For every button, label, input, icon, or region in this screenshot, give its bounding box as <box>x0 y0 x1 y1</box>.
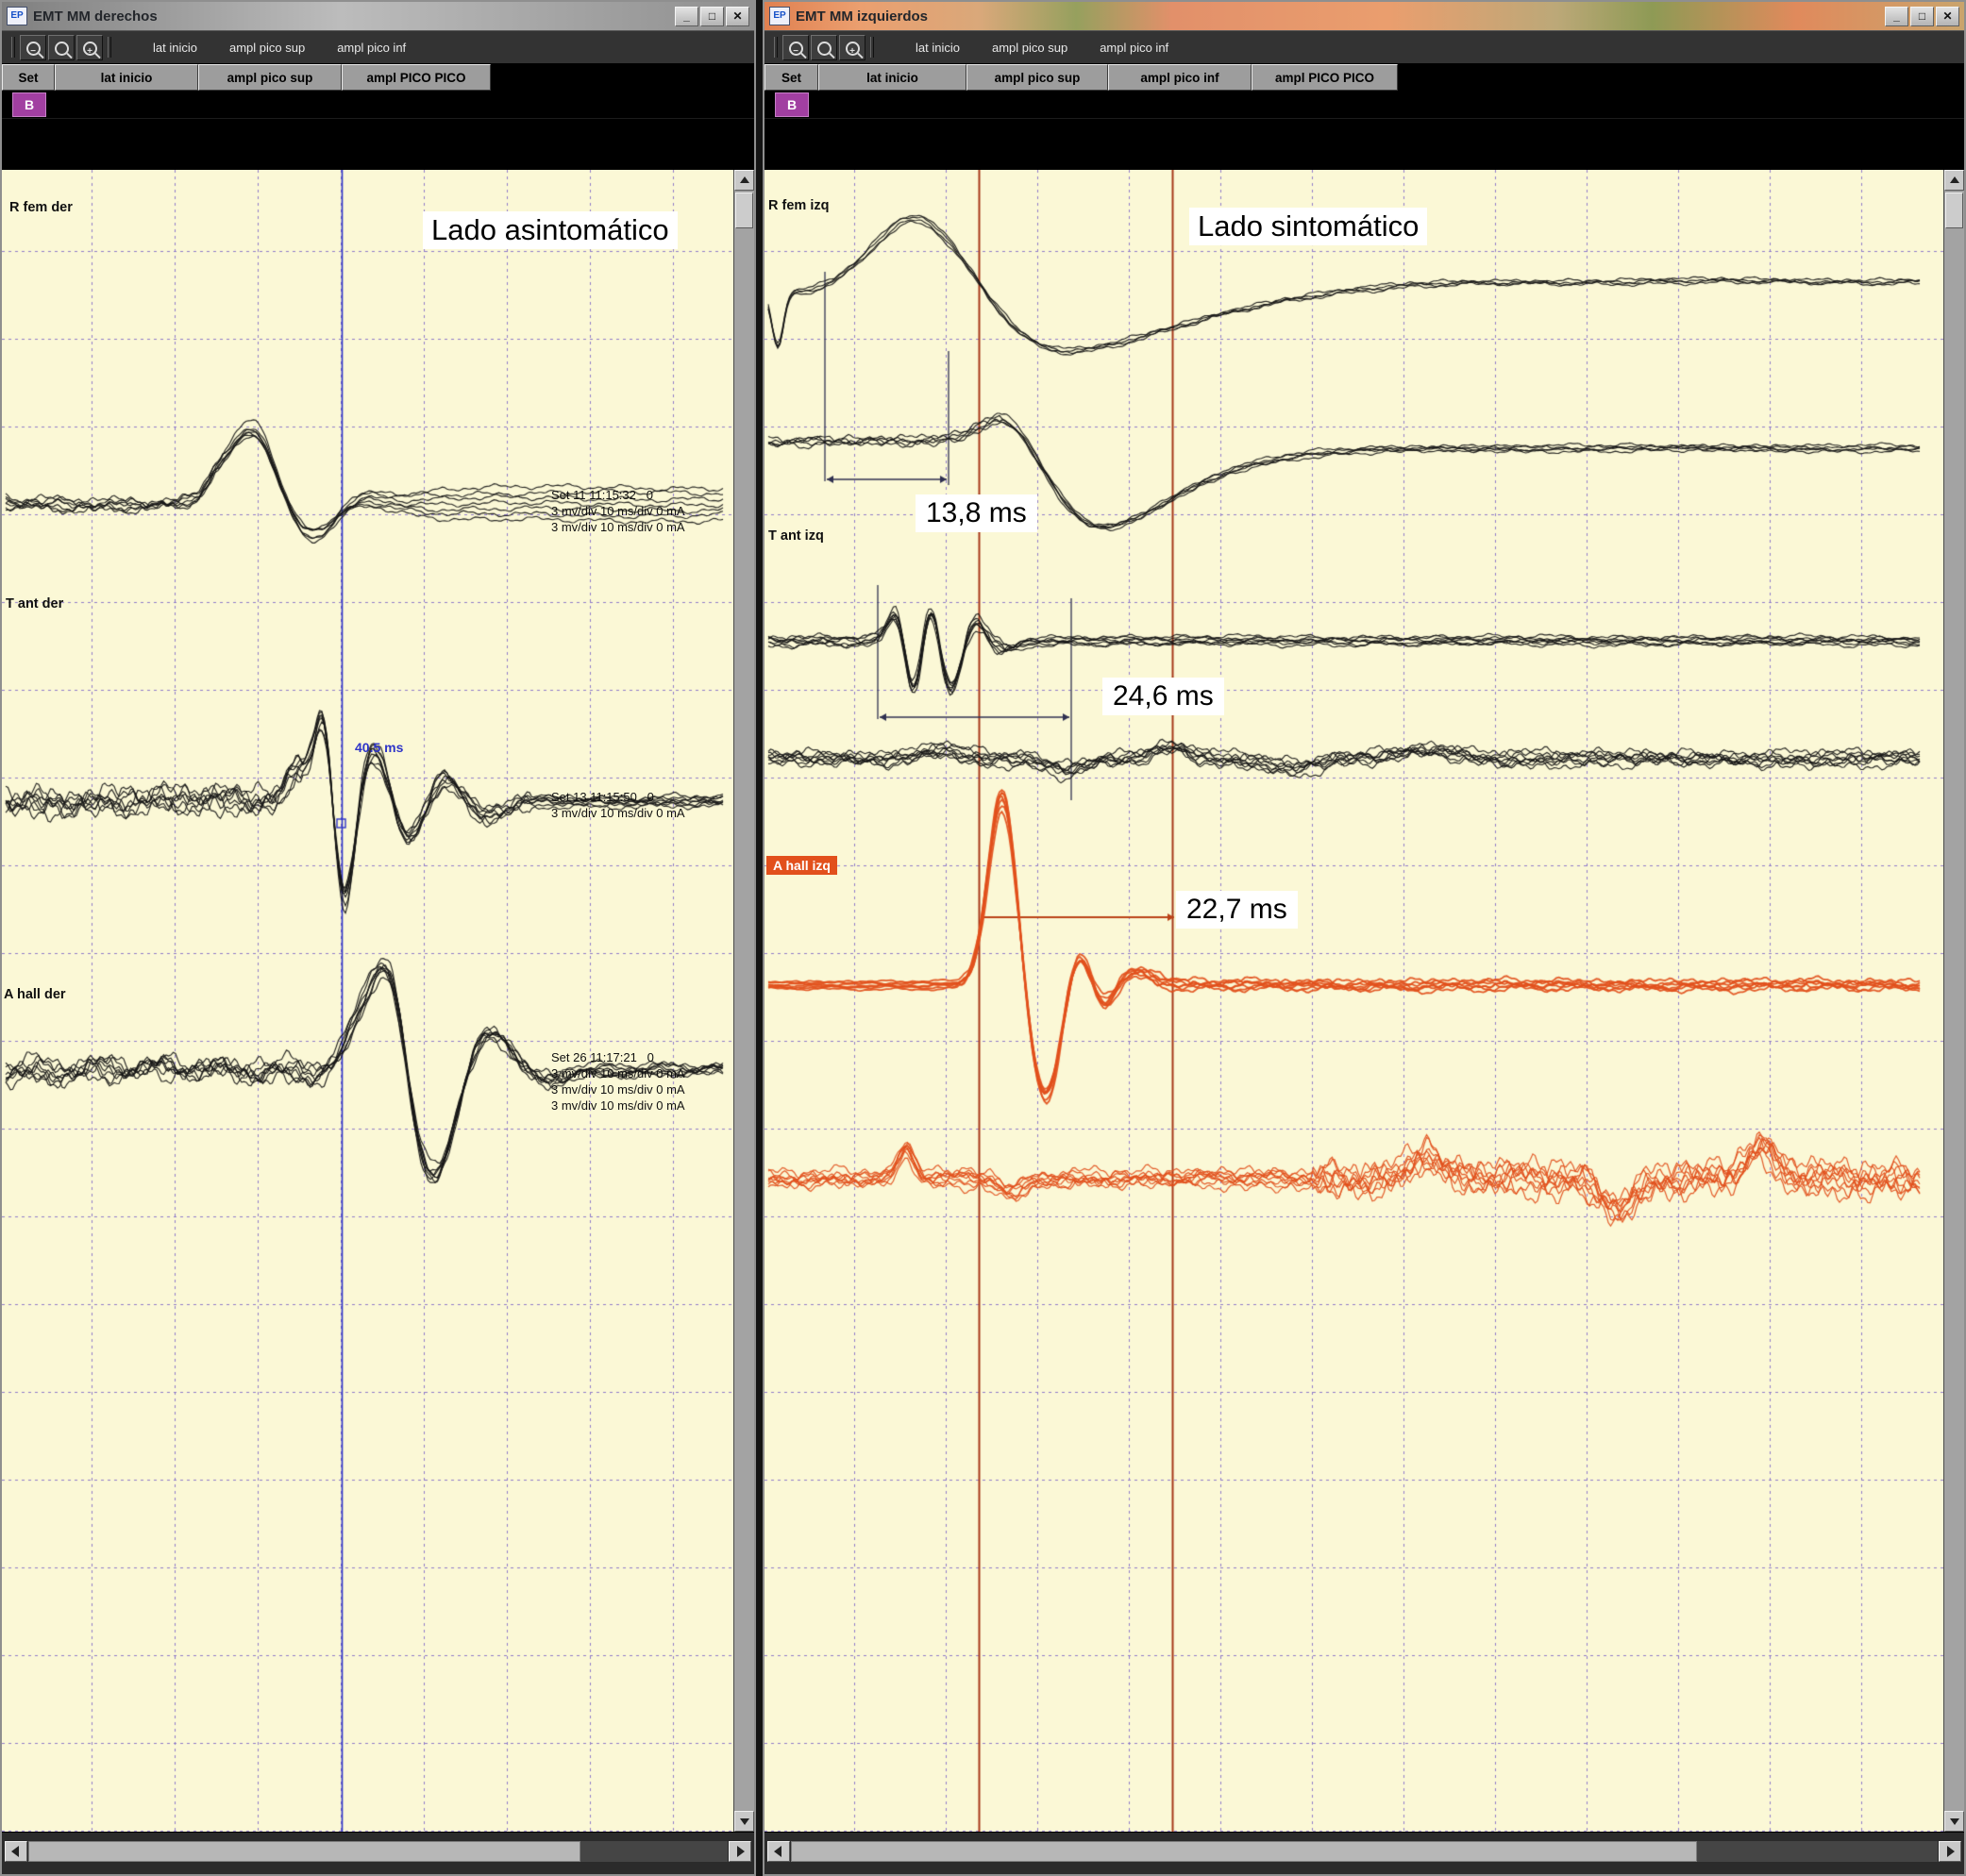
magnifier-icon <box>817 42 832 56</box>
toolbar: − + lat inicio ampl pico sup ampl pico i… <box>2 30 754 64</box>
scroll-right-button[interactable] <box>729 1841 751 1862</box>
hscroll-thumb[interactable] <box>28 1841 580 1862</box>
toolbar-separator <box>108 37 111 58</box>
column-header-set[interactable]: Set <box>2 64 55 91</box>
vertical-scrollbar[interactable] <box>733 170 754 1832</box>
scroll-right-button[interactable] <box>1939 1841 1961 1862</box>
zoom-out-icon: − <box>26 42 41 56</box>
column-header-lat-inicio[interactable]: lat inicio <box>55 64 198 91</box>
zoom-in-button[interactable]: + <box>839 35 865 60</box>
vscroll-thumb[interactable] <box>735 193 753 228</box>
column-header-ampl-pico-inf[interactable]: ampl pico inf <box>1108 64 1252 91</box>
scroll-left-button[interactable] <box>767 1841 790 1862</box>
toolbar-separator <box>11 37 15 58</box>
minimize-button[interactable]: _ <box>1885 7 1908 26</box>
toolbar-label-ampl-pico-sup: ampl pico sup <box>229 41 305 55</box>
window-emt-mm-derechos: EP EMT MM derechos _ □ ✕ − + lat inicio <box>0 0 756 1876</box>
zoom-out-button[interactable]: − <box>20 35 46 60</box>
maximize-button[interactable]: □ <box>1910 7 1934 26</box>
table-body: B <box>765 91 1964 170</box>
zoom-reset-button[interactable] <box>811 35 837 60</box>
desktop: EP EMT MM derechos _ □ ✕ − + lat inicio <box>0 0 1966 1876</box>
column-header-ampl-pico-pico[interactable]: ampl PICO PICO <box>1252 64 1398 91</box>
scroll-up-button[interactable] <box>734 170 754 191</box>
close-button[interactable]: ✕ <box>1936 7 1959 26</box>
titlebar-izquierdos[interactable]: EP EMT MM izquierdos _ □ ✕ <box>765 2 1964 30</box>
window-emt-mm-izquierdos: EP EMT MM izquierdos _ □ ✕ − + lat inici… <box>763 0 1966 1876</box>
minimize-button[interactable]: _ <box>675 7 698 26</box>
scroll-left-button[interactable] <box>5 1841 27 1862</box>
vscroll-track[interactable] <box>734 191 754 1811</box>
waveform-canvas <box>765 170 1943 1832</box>
toolbar-separator <box>870 37 874 58</box>
titlebar-derechos[interactable]: EP EMT MM derechos _ □ ✕ <box>2 2 754 30</box>
app-icon: EP <box>7 7 27 25</box>
column-header-ampl-pico-sup[interactable]: ampl pico sup <box>966 64 1108 91</box>
window-title: EMT MM derechos <box>33 8 158 25</box>
table-header: Set lat inicio ampl pico sup ampl pico i… <box>765 64 1964 91</box>
close-button[interactable]: ✕ <box>726 7 749 26</box>
waveform-area[interactable]: R fem derT ant derA hall derLado asintom… <box>2 170 754 1832</box>
magnifier-icon <box>55 42 69 56</box>
scroll-down-button[interactable] <box>1944 1811 1964 1832</box>
horizontal-scrollbar[interactable] <box>2 1832 754 1874</box>
toolbar-separator <box>774 37 778 58</box>
toolbar-label-ampl-pico-inf: ampl pico inf <box>1100 41 1168 55</box>
zoom-out-button[interactable]: − <box>782 35 809 60</box>
zoom-in-icon: + <box>846 42 860 56</box>
set-row-badge[interactable]: B <box>12 92 46 117</box>
column-header-set[interactable]: Set <box>765 64 818 91</box>
toolbar-label-lat-inicio: lat inicio <box>153 41 197 55</box>
column-header-lat-inicio[interactable]: lat inicio <box>818 64 966 91</box>
zoom-reset-button[interactable] <box>48 35 75 60</box>
toolbar-label-lat-inicio: lat inicio <box>916 41 960 55</box>
hscroll-track[interactable] <box>791 1841 1938 1862</box>
vscroll-track[interactable] <box>1944 191 1964 1811</box>
hscroll-track[interactable] <box>28 1841 728 1862</box>
toolbar-label-ampl-pico-inf: ampl pico inf <box>337 41 406 55</box>
vscroll-thumb[interactable] <box>1945 193 1963 228</box>
hscroll-thumb[interactable] <box>791 1841 1697 1862</box>
maximize-button[interactable]: □ <box>700 7 724 26</box>
scroll-down-button[interactable] <box>734 1811 754 1832</box>
table-body: B <box>2 91 754 170</box>
toolbar: − + lat inicio ampl pico sup ampl pico i… <box>765 30 1964 64</box>
set-row-badge[interactable]: B <box>775 92 809 117</box>
vertical-scrollbar[interactable] <box>1943 170 1964 1832</box>
window-title: EMT MM izquierdos <box>796 8 928 25</box>
waveform-canvas <box>2 170 733 1832</box>
toolbar-label-ampl-pico-sup: ampl pico sup <box>992 41 1067 55</box>
app-icon: EP <box>769 7 790 25</box>
zoom-in-icon: + <box>83 42 97 56</box>
horizontal-scrollbar[interactable] <box>765 1832 1964 1874</box>
zoom-in-button[interactable]: + <box>76 35 103 60</box>
table-header: Set lat inicio ampl pico sup ampl PICO P… <box>2 64 754 91</box>
zoom-out-icon: − <box>789 42 803 56</box>
scroll-up-button[interactable] <box>1944 170 1964 191</box>
column-header-ampl-pico-pico[interactable]: ampl PICO PICO <box>342 64 491 91</box>
waveform-area[interactable]: R fem izqT ant izqA hall izqLado sintomá… <box>765 170 1964 1832</box>
column-header-ampl-pico-sup[interactable]: ampl pico sup <box>198 64 342 91</box>
